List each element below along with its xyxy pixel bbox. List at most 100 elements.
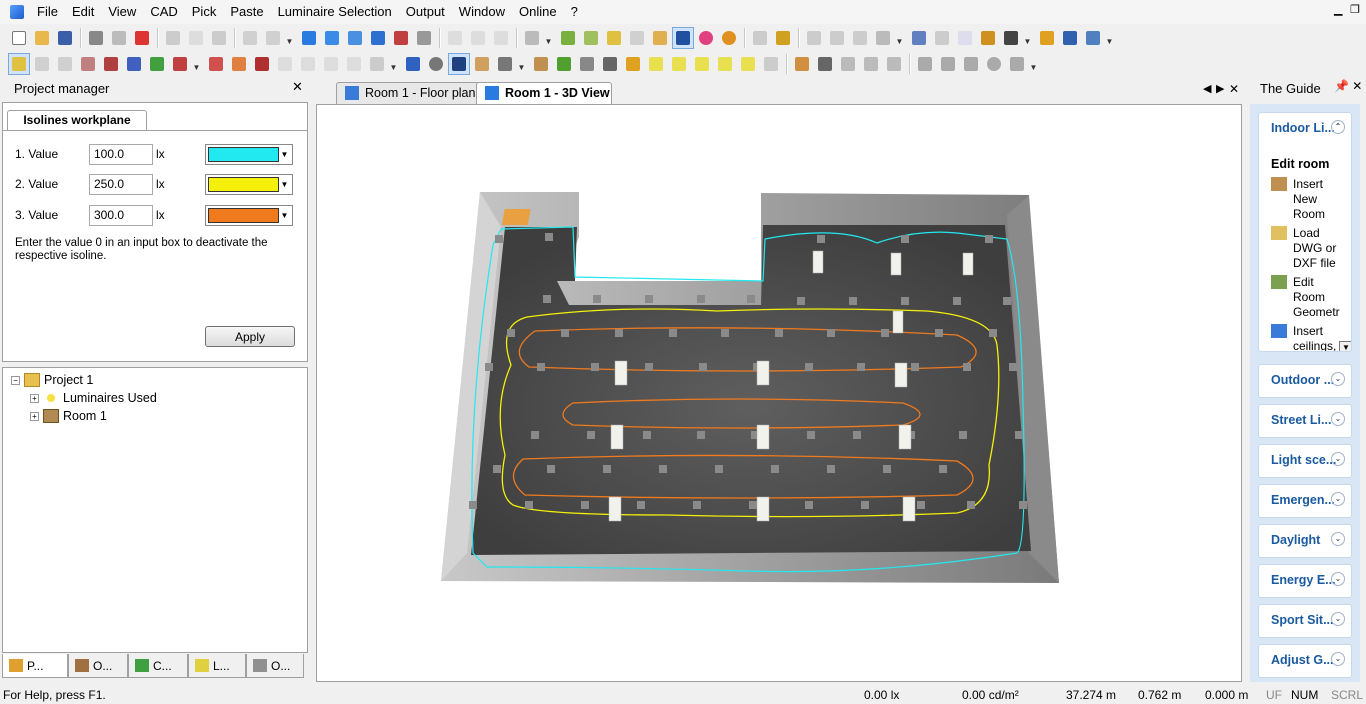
tree-item-project[interactable]: − Project 1 <box>11 373 93 387</box>
3d-viewport[interactable] <box>316 104 1242 682</box>
close-view-icon[interactable]: ✕ <box>1229 82 1239 96</box>
close-icon[interactable]: ✕ <box>292 79 303 95</box>
cad-icon-c[interactable] <box>849 27 871 49</box>
guide-outdoor-panel[interactable]: Outdoor ... ⌄ <box>1258 364 1352 398</box>
color-3-select[interactable]: ▼ <box>205 204 293 226</box>
dxf-icon[interactable] <box>872 27 894 49</box>
guide-street-panel[interactable]: Street Li... ⌄ <box>1258 404 1352 438</box>
guide-energy-panel[interactable]: Energy E... ⌄ <box>1258 564 1352 598</box>
calc-icon-b[interactable] <box>467 27 489 49</box>
menu-luminaire-selection[interactable]: Luminaire Selection <box>271 0 399 24</box>
tab-project[interactable]: P... <box>2 654 68 678</box>
object-icon-e[interactable] <box>649 27 671 49</box>
link-icon[interactable] <box>931 27 953 49</box>
guide-indoor-title[interactable]: Indoor Li... <box>1271 121 1335 135</box>
panel-icon[interactable] <box>1059 27 1081 49</box>
value-2-input[interactable] <box>89 173 153 195</box>
calc-surface-icon-a[interactable] <box>645 53 667 75</box>
select-all-icon[interactable] <box>169 53 191 75</box>
polyline-icon[interactable] <box>937 53 959 75</box>
toolbar-more-icon[interactable]: ▼ <box>895 27 904 49</box>
apply-button[interactable]: Apply <box>205 326 295 347</box>
guide-icon[interactable] <box>1036 27 1058 49</box>
side-view-icon[interactable] <box>367 27 389 49</box>
measure-icon[interactable] <box>772 27 794 49</box>
undo-icon[interactable] <box>239 27 261 49</box>
guide-item-insert-ceilings[interactable]: Insert ceilings, ground <box>1271 324 1345 351</box>
tools-icon[interactable] <box>521 27 543 49</box>
expand-icon[interactable]: + <box>30 393 39 403</box>
cad-icon-b[interactable] <box>826 27 848 49</box>
guide-adjust-panel[interactable]: Adjust G... ⌄ <box>1258 644 1352 678</box>
calc-surface-icon-e[interactable] <box>737 53 759 75</box>
chevron-up-icon[interactable]: ⌃ <box>1331 120 1345 134</box>
calc-icon-c[interactable] <box>490 27 512 49</box>
window-obj-icon[interactable] <box>599 53 621 75</box>
open-icon[interactable] <box>31 27 53 49</box>
select-grid-icon[interactable] <box>146 53 168 75</box>
guide-daylight-panel[interactable]: Daylight ⌄ <box>1258 524 1352 558</box>
toolbar-more-icon[interactable]: ▼ <box>1105 27 1114 49</box>
tree-item-luminaires[interactable]: + Luminaires Used <box>30 391 157 405</box>
chevron-down-icon[interactable]: ⌄ <box>1331 492 1345 506</box>
chevron-down-icon[interactable]: ⌄ <box>1331 412 1345 426</box>
menu-paste[interactable]: Paste <box>223 0 270 24</box>
camera-icon[interactable] <box>1000 27 1022 49</box>
minimize-doc-icon[interactable]: ▁ <box>1334 3 1342 16</box>
select-group-icon[interactable] <box>100 53 122 75</box>
shape-icon-a[interactable] <box>297 53 319 75</box>
elevation-icon[interactable] <box>344 27 366 49</box>
tab-isolines-workplane[interactable]: Isolines workplane <box>7 110 147 131</box>
curve-icon[interactable] <box>960 53 982 75</box>
expand-icon[interactable]: + <box>30 411 39 421</box>
floor-plan-icon[interactable] <box>321 27 343 49</box>
paste-icon[interactable] <box>208 27 230 49</box>
value-1-input[interactable] <box>89 143 153 165</box>
chevron-down-icon[interactable]: ⌄ <box>1331 532 1345 546</box>
print-preview-icon[interactable] <box>108 27 130 49</box>
edit-shape-icon[interactable] <box>251 53 273 75</box>
arrange-icon[interactable] <box>883 53 905 75</box>
guide-item-load-dwg[interactable]: Load DWG or DXF file <box>1271 226 1345 271</box>
zoom-icon[interactable] <box>425 53 447 75</box>
edit-polygon-icon[interactable] <box>205 53 227 75</box>
menu-help[interactable]: ? <box>564 0 585 24</box>
calc-surface-icon-d[interactable] <box>714 53 736 75</box>
3d-view-icon[interactable] <box>298 27 320 49</box>
select-plane-icon[interactable] <box>123 53 145 75</box>
menu-window[interactable]: Window <box>452 0 512 24</box>
color-1-select[interactable]: ▼ <box>205 143 293 165</box>
toolbar-more-icon[interactable]: ▼ <box>517 53 526 75</box>
toolbar-more-icon[interactable]: ▼ <box>1023 27 1032 49</box>
object-icon-d[interactable] <box>626 27 648 49</box>
key-icon[interactable] <box>977 27 999 49</box>
shape-icon-b[interactable] <box>320 53 342 75</box>
document-icon[interactable] <box>954 27 976 49</box>
calc-surface-icon-b[interactable] <box>668 53 690 75</box>
object-icon-c[interactable] <box>603 27 625 49</box>
pdf-icon[interactable] <box>131 27 153 49</box>
select-luminaire-icon[interactable] <box>31 53 53 75</box>
dxf-edit-icon[interactable] <box>274 53 296 75</box>
align-icon[interactable] <box>860 53 882 75</box>
scroll-right-icon[interactable]: ▶ <box>1216 82 1224 95</box>
menu-output[interactable]: Output <box>399 0 452 24</box>
copy-icon[interactable] <box>185 27 207 49</box>
guide-item-insert-room[interactable]: Insert New Room <box>1271 177 1345 222</box>
toolbar-more-icon[interactable]: ▼ <box>285 27 294 49</box>
calc-surface-icon-c[interactable] <box>691 53 713 75</box>
guide-emergency-panel[interactable]: Emergen... ⌄ <box>1258 484 1352 518</box>
edit-triangle-icon[interactable] <box>228 53 250 75</box>
guide-scroll-down-icon[interactable]: ▼ <box>1339 341 1351 351</box>
line-icon[interactable] <box>914 53 936 75</box>
cut-icon[interactable] <box>162 27 184 49</box>
render-icon[interactable] <box>390 27 412 49</box>
tree-item-room[interactable]: + Room 1 <box>30 409 107 423</box>
new-icon[interactable] <box>8 27 30 49</box>
select-object-icon[interactable] <box>54 53 76 75</box>
chevron-down-icon[interactable]: ⌄ <box>1331 372 1345 386</box>
axis-icon[interactable] <box>814 53 836 75</box>
value-3-input[interactable] <box>89 204 153 226</box>
isolines-icon[interactable] <box>672 27 694 49</box>
shape-icon-d[interactable] <box>366 53 388 75</box>
